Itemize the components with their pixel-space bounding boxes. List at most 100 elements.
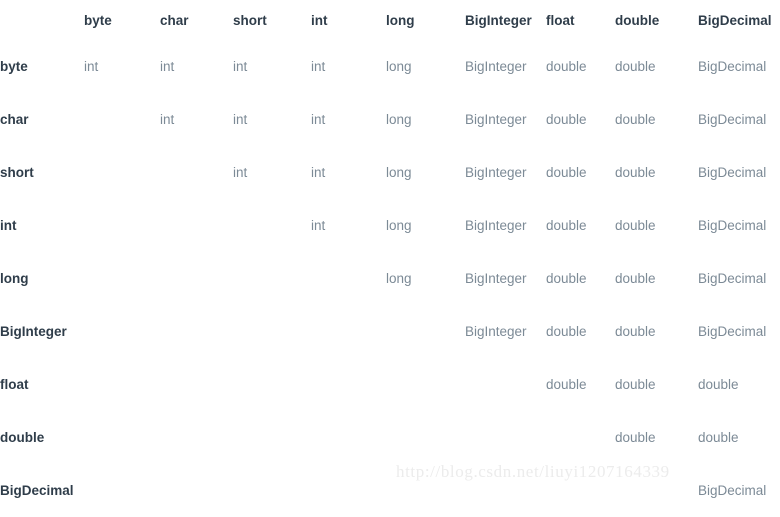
table-header: byte char short int long BigInteger floa… xyxy=(0,0,780,40)
column-header-byte: byte xyxy=(84,12,112,28)
table-corner-cell xyxy=(0,0,84,40)
table-cell xyxy=(84,252,160,305)
column-header-double: double xyxy=(615,12,660,28)
table-cell xyxy=(160,464,233,517)
table-cell: double xyxy=(615,377,656,392)
column-header-long: long xyxy=(386,12,415,28)
table-cell: int xyxy=(311,112,326,127)
table-cell: double xyxy=(698,377,739,392)
table-cell: long xyxy=(386,165,412,180)
column-header-biginteger: BigInteger xyxy=(465,12,532,28)
table-cell xyxy=(160,358,233,411)
table-cell xyxy=(160,252,233,305)
table-cell: int xyxy=(160,59,175,74)
table-row: long long BigInteger double double BigDe… xyxy=(0,252,780,305)
table-cell: double xyxy=(546,112,587,127)
table-row: int int long BigInteger double double Bi… xyxy=(0,199,780,252)
table-cell xyxy=(311,464,386,517)
table-cell: double xyxy=(698,430,739,445)
table-cell: long xyxy=(386,112,412,127)
table-cell xyxy=(160,411,233,464)
table-cell: double xyxy=(546,324,587,339)
table-cell: int xyxy=(84,59,99,74)
row-header-bigdecimal: BigDecimal xyxy=(0,483,74,498)
table-header-row: byte char short int long BigInteger floa… xyxy=(0,0,780,40)
table-cell xyxy=(233,305,311,358)
column-header-float: float xyxy=(546,12,575,28)
column-header-bigdecimal: BigDecimal xyxy=(698,12,772,28)
table-cell: double xyxy=(546,271,587,286)
table-cell xyxy=(465,411,546,464)
table-cell: int xyxy=(233,165,248,180)
table-cell xyxy=(546,464,615,517)
table-cell: BigInteger xyxy=(465,59,527,74)
table-cell: BigDecimal xyxy=(698,218,767,233)
table-cell: long xyxy=(386,271,412,286)
table-cell xyxy=(311,252,386,305)
row-header-biginteger: BigInteger xyxy=(0,324,67,339)
table-cell: BigInteger xyxy=(465,324,527,339)
table-cell: double xyxy=(546,165,587,180)
table-row: BigDecimal BigDecimal xyxy=(0,464,780,517)
table-cell: double xyxy=(615,218,656,233)
table-cell xyxy=(465,464,546,517)
table-row: short int int long BigInteger double dou… xyxy=(0,146,780,199)
table-cell xyxy=(160,146,233,199)
table-cell xyxy=(311,411,386,464)
column-header-int: int xyxy=(311,12,328,28)
column-header-char: char xyxy=(160,12,189,28)
table-cell: BigDecimal xyxy=(698,165,767,180)
table-cell xyxy=(233,464,311,517)
table-cell: double xyxy=(615,430,656,445)
row-header-short: short xyxy=(0,165,34,180)
table-cell: double xyxy=(615,324,656,339)
table-cell: int xyxy=(233,59,248,74)
table-cell xyxy=(84,305,160,358)
table-cell: double xyxy=(615,271,656,286)
row-header-double: double xyxy=(0,430,45,445)
table-cell: BigInteger xyxy=(465,218,527,233)
table-cell xyxy=(465,358,546,411)
column-header-short: short xyxy=(233,12,267,28)
table-cell: BigDecimal xyxy=(698,483,767,498)
table-row: BigInteger BigInteger double double BigD… xyxy=(0,305,780,358)
table-cell xyxy=(233,252,311,305)
table-cell xyxy=(233,411,311,464)
table-row: double double double xyxy=(0,411,780,464)
table-cell xyxy=(84,199,160,252)
table-cell xyxy=(84,464,160,517)
table-cell: BigInteger xyxy=(465,271,527,286)
table-body: byte int int int int long BigInteger dou… xyxy=(0,40,780,517)
table-cell: BigDecimal xyxy=(698,324,767,339)
table-cell: BigDecimal xyxy=(698,112,767,127)
table-cell: double xyxy=(615,165,656,180)
table-cell: int xyxy=(233,112,248,127)
table-cell xyxy=(233,358,311,411)
table-cell xyxy=(311,305,386,358)
table-cell: int xyxy=(160,112,175,127)
row-header-long: long xyxy=(0,271,29,286)
table-cell xyxy=(386,464,465,517)
row-header-int: int xyxy=(0,218,17,233)
table-cell xyxy=(84,93,160,146)
table-cell: double xyxy=(546,218,587,233)
table-cell xyxy=(84,146,160,199)
table-cell xyxy=(386,305,465,358)
table-row: char int int int long BigInteger double … xyxy=(0,93,780,146)
table-cell xyxy=(160,305,233,358)
table-cell: BigDecimal xyxy=(698,271,767,286)
table-cell xyxy=(84,358,160,411)
table-cell: double xyxy=(546,59,587,74)
table-cell xyxy=(386,411,465,464)
table-cell: int xyxy=(311,59,326,74)
table-cell: int xyxy=(311,218,326,233)
row-header-char: char xyxy=(0,112,29,127)
table-cell: BigDecimal xyxy=(698,59,767,74)
table-cell xyxy=(615,464,698,517)
table-cell: int xyxy=(311,165,326,180)
table-cell xyxy=(84,411,160,464)
table-cell: double xyxy=(615,59,656,74)
table-cell: long xyxy=(386,218,412,233)
table-row: byte int int int int long BigInteger dou… xyxy=(0,40,780,93)
table-row: float double double double xyxy=(0,358,780,411)
